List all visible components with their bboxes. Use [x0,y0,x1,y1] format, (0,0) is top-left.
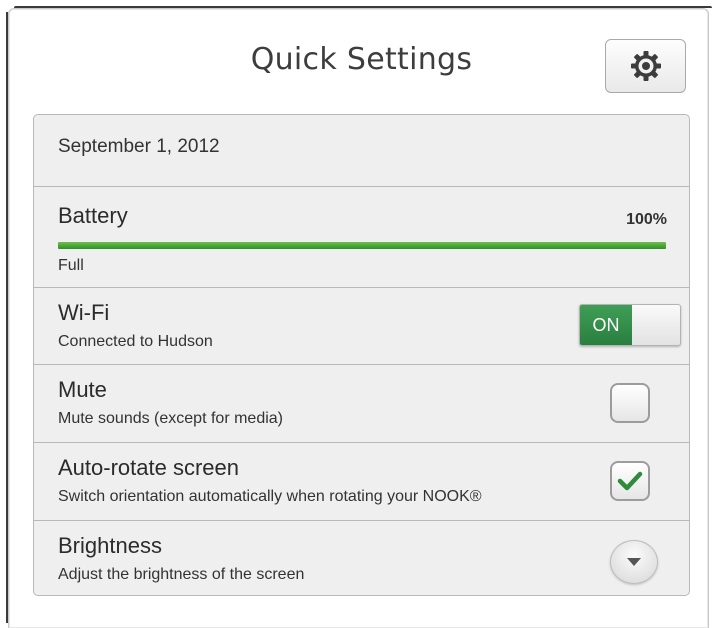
mute-checkbox[interactable] [610,383,650,423]
mute-subtitle: Mute sounds (except for media) [58,410,283,427]
wifi-title: Wi-Fi [58,300,110,325]
battery-bar-fill [58,242,666,249]
date-row: September 1, 2012 [34,115,689,187]
auto-rotate-row[interactable]: Auto-rotate screen Switch orientation au… [34,443,689,521]
battery-status: Full [58,257,84,274]
mute-title: Mute [58,377,107,402]
battery-title: Battery [58,203,128,228]
checkmark-icon [617,470,643,492]
auto-rotate-subtitle: Switch orientation automatically when ro… [58,488,482,505]
brightness-title: Brightness [58,533,162,558]
gear-icon [628,48,664,84]
brightness-row[interactable]: Brightness Adjust the brightness of the … [34,521,689,595]
settings-list: September 1, 2012 Battery 100% Full Wi-F… [33,114,690,596]
wifi-row[interactable]: Wi-Fi Connected to Hudson ON [34,288,689,365]
brightness-expand-button[interactable] [610,540,658,584]
auto-rotate-title: Auto-rotate screen [58,455,239,480]
wifi-subtitle: Connected to Hudson [58,333,213,350]
date-label: September 1, 2012 [58,136,220,157]
mute-row[interactable]: Mute Mute sounds (except for media) [34,365,689,443]
wifi-toggle[interactable]: ON [579,304,681,346]
settings-button[interactable] [605,39,686,93]
battery-bar [58,242,666,249]
brightness-subtitle: Adjust the brightness of the screen [58,566,305,583]
battery-row: Battery 100% Full [34,187,689,288]
chevron-down-icon [626,557,642,567]
battery-percent: 100% [626,211,667,228]
auto-rotate-checkbox[interactable] [610,461,650,501]
wifi-toggle-on-label: ON [580,305,632,345]
